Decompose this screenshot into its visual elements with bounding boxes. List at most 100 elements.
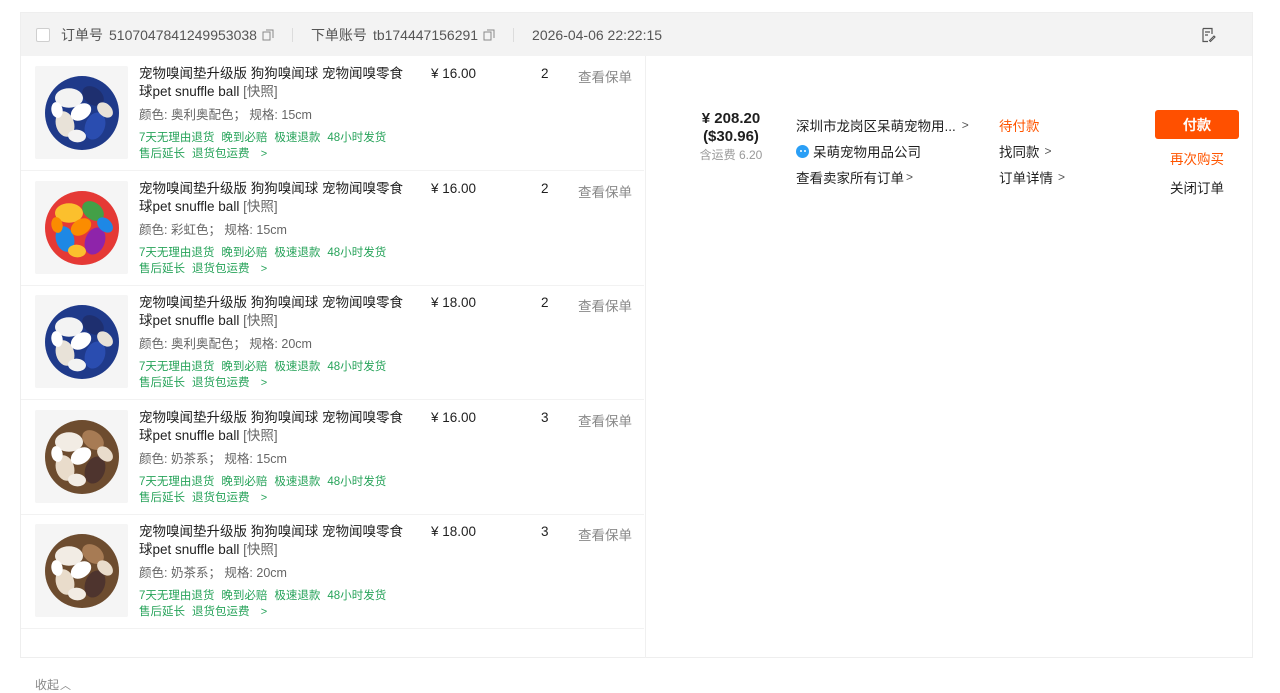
service-tag[interactable]: 退货包运费 (192, 606, 250, 618)
product-spec: 颜色: 彩虹色； 规格: 15cm (139, 222, 287, 237)
milk-tea-ball-icon (35, 524, 128, 617)
navy-white-ball-icon (35, 295, 128, 388)
view-policy-link[interactable]: 查看保单 (578, 181, 632, 201)
order-item-row: 宠物嗅闻垫升级版 狗狗嗅闻球 宠物闻嗅零食球pet snuffle ball [… (21, 285, 644, 400)
service-tag[interactable]: 48小时发货 (327, 247, 386, 259)
order-actions: 付款 再次购买 关闭订单 (1155, 110, 1239, 197)
service-tag[interactable]: 晚到必赔 (221, 476, 267, 488)
copy-icon[interactable] (483, 29, 495, 41)
chevron-right-icon: > (1058, 170, 1066, 184)
service-tag[interactable]: 7天无理由退货 (139, 361, 214, 373)
service-tag[interactable]: 极速退款 (274, 132, 320, 144)
service-tag[interactable]: 售后延长 (139, 492, 185, 504)
seller-all-orders-link[interactable]: 查看卖家所有订单 > (796, 164, 969, 190)
product-title[interactable]: 宠物嗅闻垫升级版 狗狗嗅闻球 宠物闻嗅零食球pet snuffle ball [… (139, 180, 409, 216)
service-tag[interactable]: 晚到必赔 (221, 590, 267, 602)
account-label: 下单账号 (310, 26, 367, 43)
service-tag[interactable]: 极速退款 (274, 476, 320, 488)
order-item-row: 宠物嗅闻垫升级版 狗狗嗅闻球 宠物闻嗅零食球pet snuffle ball [… (21, 514, 644, 629)
service-tag[interactable]: 7天无理由退货 (139, 247, 214, 259)
service-tags: 7天无理由退货 晚到必赔 极速退款 48小时发货 售后延长 退货包运费 > (139, 359, 399, 391)
chevron-right-icon: > (961, 118, 969, 132)
service-tags: 7天无理由退货 晚到必赔 极速退款 48小时发货售后延长 退货包运费 > (139, 588, 399, 620)
service-tags: 7天无理由退货 晚到必赔 极速退款 48小时发货 售后延长 退货包运费 > (139, 245, 399, 277)
view-policy-link[interactable]: 查看保单 (578, 524, 632, 544)
unit-price: ¥ 18.00 (431, 295, 477, 310)
item-list: 宠物嗅闻垫升级版 狗狗嗅闻球 宠物闻嗅零食球pet snuffle ball [… (21, 56, 646, 658)
snapshot-link[interactable]: [快照] (243, 542, 278, 557)
service-tag[interactable]: 售后延长 (139, 263, 185, 275)
unit-price: ¥ 16.00 (431, 409, 477, 425)
product-thumbnail[interactable] (35, 295, 128, 388)
view-policy-link[interactable]: 查看保单 (578, 66, 632, 86)
chevron-right-icon: > (260, 606, 268, 618)
view-policy-link[interactable]: 查看保单 (578, 410, 632, 430)
snapshot-link[interactable]: [快照] (243, 428, 278, 443)
service-tag[interactable]: 晚到必赔 (221, 247, 267, 259)
milk-tea-ball-icon (35, 409, 128, 503)
service-tag[interactable]: 晚到必赔 (221, 132, 267, 144)
copy-icon[interactable] (262, 29, 274, 41)
seller-all-orders: 查看卖家所有订单 (796, 171, 904, 186)
status-pending: 待付款 (999, 119, 1040, 134)
service-tag[interactable]: 7天无理由退货 (139, 132, 214, 144)
quantity: 3 (541, 409, 549, 425)
product-thumbnail[interactable] (35, 180, 128, 274)
service-tag[interactable]: 售后延长 (139, 606, 185, 618)
service-tag[interactable]: 48小时发货 (327, 361, 386, 373)
shop-name: 呆萌宠物用品公司 (813, 145, 921, 160)
service-tag[interactable]: 售后延长 (139, 377, 185, 389)
service-tag[interactable]: 极速退款 (274, 361, 320, 373)
service-tag[interactable]: 晚到必赔 (221, 361, 267, 373)
view-policy-link[interactable]: 查看保单 (578, 295, 632, 315)
seller-address-link[interactable]: 深圳市龙岗区呆萌宠物用... > (796, 112, 969, 138)
service-tag[interactable]: 极速退款 (274, 247, 320, 259)
service-tag[interactable]: 7天无理由退货 (139, 590, 214, 602)
rebuy-link[interactable]: 再次购买 (1155, 148, 1239, 168)
chevron-right-icon: > (260, 148, 268, 160)
collapse-toggle[interactable]: 收起︿ (35, 676, 71, 693)
service-tag[interactable]: 退货包运费 (192, 148, 250, 160)
quantity: 2 (541, 66, 549, 81)
service-tag[interactable]: 48小时发货 (327, 132, 386, 144)
service-tag[interactable]: 退货包运费 (192, 492, 250, 504)
shop-link[interactable]: 呆萌宠物用品公司 (796, 138, 969, 164)
total-usd: ($30.96) (703, 128, 759, 145)
product-thumbnail[interactable] (35, 66, 128, 159)
note-edit-icon[interactable] (1200, 27, 1216, 43)
product-title[interactable]: 宠物嗅闻垫升级版 狗狗嗅闻球 宠物闻嗅零食球pet snuffle ball [… (139, 294, 409, 330)
account-value: tb174447156291 (372, 26, 479, 43)
select-order-checkbox[interactable] (36, 27, 50, 42)
quantity: 3 (541, 524, 549, 539)
product-title[interactable]: 宠物嗅闻垫升级版 狗狗嗅闻球 宠物闻嗅零食球pet snuffle ball [… (139, 65, 409, 101)
service-tag[interactable]: 退货包运费 (192, 377, 250, 389)
service-tag[interactable]: 极速退款 (274, 590, 320, 602)
service-tag[interactable]: 退货包运费 (192, 263, 250, 275)
total-amount: ¥ 208.20 (701, 110, 761, 127)
service-tags: 7天无理由退货 晚到必赔 极速退款 48小时发货售后延长 退货包运费 > (139, 474, 399, 506)
order-details-label: 订单详情 (999, 171, 1053, 186)
product-title[interactable]: 宠物嗅闻垫升级版 狗狗嗅闻球 宠物闻嗅零食球pet snuffle ball [… (139, 523, 409, 559)
order-item-row: 宠物嗅闻垫升级版 狗狗嗅闻球 宠物闻嗅零食球pet snuffle ball [… (21, 56, 644, 171)
product-thumbnail[interactable] (35, 524, 128, 617)
product-thumbnail[interactable] (35, 409, 128, 503)
chevron-right-icon: > (260, 491, 268, 504)
product-title[interactable]: 宠物嗅闻垫升级版 狗狗嗅闻球 宠物闻嗅零食球pet snuffle ball [… (139, 409, 409, 445)
find-similar-label: 找同款 (999, 145, 1040, 160)
order-details-link[interactable]: 订单详情 > (999, 164, 1065, 190)
snapshot-link[interactable]: [快照] (243, 84, 278, 99)
collapse-label: 收起 (35, 678, 60, 692)
snapshot-link[interactable]: [快照] (243, 313, 278, 328)
service-tag[interactable]: 48小时发货 (327, 476, 386, 488)
chevron-up-icon: ︿ (60, 680, 72, 692)
snapshot-link[interactable]: [快照] (243, 199, 278, 214)
service-tag[interactable]: 7天无理由退货 (139, 476, 214, 488)
pay-button[interactable]: 付款 (1155, 110, 1239, 139)
seller-info: 深圳市龙岗区呆萌宠物用... > 呆萌宠物用品公司 查看卖家所有订单 > (796, 112, 969, 190)
close-order-link[interactable]: 关闭订单 (1155, 177, 1239, 197)
find-similar-link[interactable]: 找同款 > (999, 138, 1065, 164)
seller-address: 深圳市龙岗区呆萌宠物用... (796, 119, 956, 134)
chevron-right-icon: > (1044, 144, 1052, 158)
service-tag[interactable]: 售后延长 (139, 148, 185, 160)
service-tag[interactable]: 48小时发货 (327, 590, 386, 602)
